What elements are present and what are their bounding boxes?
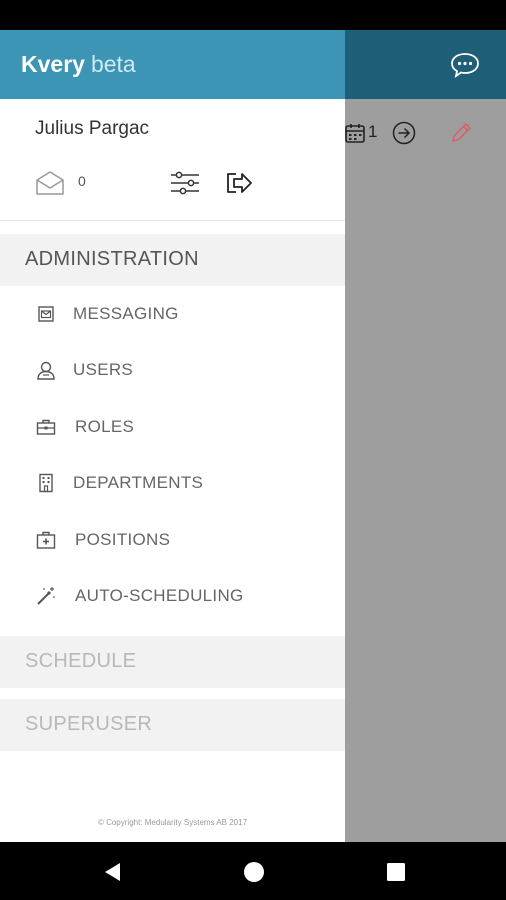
messaging-icon [38, 306, 54, 322]
section-superuser-label: SUPERUSER [25, 713, 153, 735]
menu-item-roles[interactable]: ROLES [0, 405, 345, 449]
system-nav-bar [0, 842, 506, 900]
menu-item-label: DEPARTMENTS [73, 473, 204, 492]
envelope-open-icon[interactable] [34, 169, 66, 197]
copyright-text: © Copyright: Medularity Systems AB 2017 [97, 818, 248, 827]
calendar-count: 1 [368, 122, 378, 141]
calendar-icon[interactable] [344, 122, 366, 144]
navigation-drawer: Kvery beta Julius Pargac 0 ADMINISTRATION… [0, 30, 345, 842]
section-superuser[interactable]: SUPERUSER [0, 699, 345, 751]
menu-item-messaging[interactable]: MESSAGING [0, 292, 345, 336]
section-schedule-label: SCHEDULE [25, 650, 137, 672]
chat-icon[interactable] [448, 50, 482, 80]
users-icon [37, 361, 55, 380]
app-action-row: 1 [344, 118, 506, 148]
home-icon[interactable] [243, 861, 265, 883]
menu-item-label: ROLES [75, 417, 135, 436]
menu-item-auto-scheduling[interactable]: AUTO-SCHEDULING [0, 574, 345, 618]
section-schedule[interactable]: SCHEDULE [0, 636, 345, 688]
settings-sliders-icon[interactable] [169, 169, 201, 197]
user-name: Julius Pargac [35, 118, 150, 139]
menu-item-label: MESSAGING [73, 304, 179, 323]
arrow-right-circle-icon[interactable] [392, 121, 416, 145]
app-logo: Kvery beta [21, 51, 136, 78]
menu-item-departments[interactable]: DEPARTMENTS [0, 461, 345, 505]
recent-apps-icon[interactable] [386, 862, 406, 882]
departments-icon [39, 473, 53, 493]
menu-item-label: USERS [73, 360, 134, 379]
brand-name: Kvery [21, 51, 85, 77]
back-icon[interactable] [102, 861, 124, 883]
section-administration[interactable]: ADMINISTRATION [0, 234, 345, 286]
status-bar [0, 0, 506, 30]
menu-item-users[interactable]: USERS [0, 348, 345, 392]
positions-icon [36, 531, 56, 549]
menu-item-label: AUTO-SCHEDULING [75, 586, 244, 605]
menu-item-label: POSITIONS [75, 530, 171, 549]
logout-icon[interactable] [224, 169, 254, 197]
menu-item-positions[interactable]: POSITIONS [0, 518, 345, 562]
section-administration-label: ADMINISTRATION [25, 248, 199, 270]
roles-icon [36, 419, 56, 435]
magic-wand-icon [37, 587, 55, 605]
drawer-header: Kvery beta [0, 30, 345, 99]
brand-tag: beta [90, 51, 136, 77]
drawer-divider [0, 220, 345, 221]
message-count: 0 [78, 173, 86, 189]
edit-pencil-icon[interactable] [448, 120, 474, 146]
